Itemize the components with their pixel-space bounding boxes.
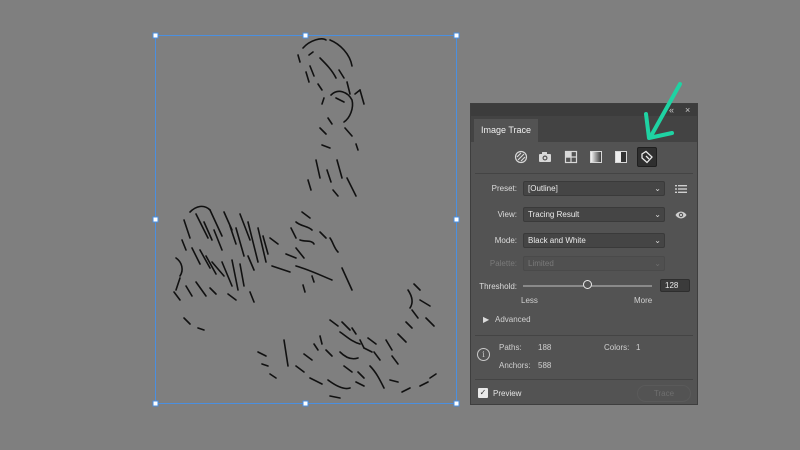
preview-label: Preview [493, 389, 522, 398]
palette-value: Limited [528, 259, 554, 268]
chevron-down-icon: ⌄ [654, 259, 661, 268]
resize-handle [152, 216, 159, 223]
close-icon[interactable]: × [685, 104, 690, 116]
chevron-down-icon: ⌄ [654, 210, 661, 219]
resize-handle [453, 400, 460, 407]
view-label: View: [497, 210, 517, 219]
colors-label: Colors: [604, 343, 630, 352]
resize-handle [302, 32, 309, 39]
chevron-down-icon: ⌄ [654, 236, 661, 245]
info-icon: i [477, 348, 490, 361]
mode-value: Black and White [528, 236, 586, 245]
eye-icon[interactable] [675, 209, 687, 221]
threshold-slider-knob[interactable] [583, 280, 593, 289]
threshold-value-field[interactable]: 128 [660, 279, 690, 292]
low-color-icon[interactable] [561, 147, 581, 167]
collapse-icon[interactable]: « [669, 104, 674, 116]
panel-tab-row: Image Trace [471, 116, 697, 142]
grayscale-icon[interactable] [586, 147, 606, 167]
auto-color-icon[interactable] [511, 147, 531, 167]
resize-handle [453, 216, 460, 223]
resize-handle [152, 32, 159, 39]
advanced-label: Advanced [495, 315, 531, 324]
view-value: Tracing Result [528, 210, 580, 219]
paths-label: Paths: [499, 343, 522, 352]
preset-mode-buttons [471, 147, 697, 169]
mode-dropdown[interactable]: Black and White ⌄ [523, 233, 665, 248]
colors-value: 1 [636, 343, 641, 352]
panel-title-bar[interactable]: « × [471, 104, 697, 116]
anchors-label: Anchors: [499, 361, 531, 370]
divider [475, 379, 693, 380]
divider [475, 173, 693, 174]
palette-dropdown: Limited ⌄ [523, 256, 665, 271]
triangle-right-icon: ▶ [483, 315, 490, 324]
palette-label: Palette: [489, 259, 517, 268]
preview-checkbox[interactable]: ✓ [478, 388, 488, 398]
tab-image-trace[interactable]: Image Trace [474, 119, 539, 142]
trace-button: Trace [637, 385, 691, 402]
chevron-down-icon: ⌄ [654, 184, 661, 193]
preset-list-icon[interactable] [675, 183, 687, 195]
image-trace-panel: « × Image Trace Preset: [Outline] ⌄ View… [470, 103, 698, 405]
threshold-less-label: Less [521, 296, 538, 305]
threshold-label: Threshold: [479, 282, 517, 291]
paths-value: 188 [538, 343, 552, 352]
traced-outline-artwork[interactable] [173, 38, 437, 399]
outline-icon[interactable] [637, 147, 657, 167]
preset-dropdown[interactable]: [Outline] ⌄ [523, 181, 665, 196]
preset-label: Preset: [491, 184, 517, 193]
resize-handle [152, 400, 159, 407]
high-color-icon[interactable] [535, 147, 555, 167]
divider [475, 335, 693, 336]
mode-label: Mode: [494, 236, 517, 245]
black-and-white-icon[interactable] [611, 147, 631, 167]
preset-value: [Outline] [528, 184, 558, 193]
resize-handle [302, 400, 309, 407]
anchors-value: 588 [538, 361, 552, 370]
view-dropdown[interactable]: Tracing Result ⌄ [523, 207, 665, 222]
threshold-more-label: More [634, 296, 653, 305]
resize-handle [453, 32, 460, 39]
